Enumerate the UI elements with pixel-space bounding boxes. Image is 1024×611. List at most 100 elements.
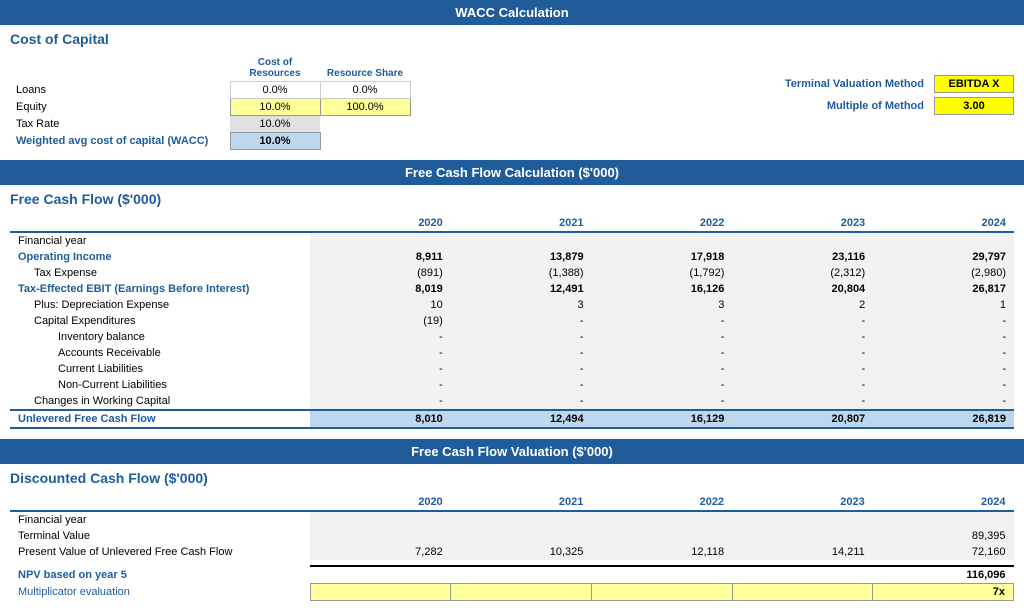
fcf-cell-10-0: -: [310, 393, 451, 410]
fcf-year-2022: 2022: [592, 215, 733, 232]
fcf-cell-6-2: -: [592, 329, 733, 345]
fcf-cell-0-2: [592, 232, 733, 249]
dcf-cell-4-0: [310, 566, 451, 584]
fcf-cell-11-4: 26,819: [873, 410, 1014, 428]
fcf-cell-2-3: (2,312): [732, 265, 873, 281]
wacc-cost-1[interactable]: 10.0%: [230, 99, 320, 116]
fcf-row-label-7: Accounts Receivable: [10, 345, 310, 361]
dcf-cell-1-3: [732, 528, 873, 544]
dcf-cell-0-2: [591, 511, 732, 528]
fcf-row-label-0: Financial year: [10, 232, 310, 249]
dcf-cell-4-3: [732, 566, 873, 584]
fcf-cell-6-0: -: [310, 329, 451, 345]
fcf-cell-11-0: 8,010: [310, 410, 451, 428]
dcf-cell-4-1: [451, 566, 592, 584]
dcf-cell-1-0: [310, 528, 451, 544]
fcf-cell-4-4: 1: [873, 297, 1014, 313]
terminal-method-row: Terminal Valuation Method EBITDA X: [764, 75, 1014, 93]
fcf-cell-0-1: [451, 232, 592, 249]
fcf-title: Free Cash Flow ($'000): [0, 185, 1024, 211]
wacc-share-0[interactable]: 0.0%: [320, 82, 410, 99]
dcf-cell-5-0: [310, 584, 451, 601]
fcf-row-label-10: Changes in Working Capital: [10, 393, 310, 410]
dcf-cell-1-4: 89,395: [873, 528, 1014, 544]
fcf-cell-2-2: (1,792): [592, 265, 733, 281]
fcf-cell-2-4: (2,980): [873, 265, 1014, 281]
fcf-row-label-2: Tax Expense: [10, 265, 310, 281]
fcf-cell-1-2: 17,918: [592, 249, 733, 265]
fcf-cell-10-3: -: [732, 393, 873, 410]
dcf-year-2024: 2024: [873, 494, 1014, 511]
fcf-cell-4-0: 10: [310, 297, 451, 313]
dcf-cell-4-2: [591, 566, 732, 584]
wacc-cost-0[interactable]: 0.0%: [230, 82, 320, 99]
fcf-cell-8-2: -: [592, 361, 733, 377]
dcf-label-col: [10, 494, 310, 511]
fcf-cell-5-3: -: [732, 313, 873, 329]
dcf-row-label-4: NPV based on year 5: [10, 566, 310, 584]
fcf-cell-3-4: 26,817: [873, 281, 1014, 297]
fcf-cell-3-0: 8,019: [310, 281, 451, 297]
wacc-cost-2: 10.0%: [230, 116, 320, 133]
fcf-cell-6-4: -: [873, 329, 1014, 345]
fcf-year-2021: 2021: [451, 215, 592, 232]
dcf-row-label-1: Terminal Value: [10, 528, 310, 544]
fcf-cell-4-2: 3: [592, 297, 733, 313]
dcf-cell-2-3: 14,211: [732, 544, 873, 560]
dcf-cell-5-1: [451, 584, 592, 601]
fcf-cell-10-4: -: [873, 393, 1014, 410]
wacc-section: Cost of Resources Resource Share Loans0.…: [0, 51, 1024, 160]
dcf-table: 20202021202220232024 Financial yearTermi…: [10, 494, 1014, 601]
fcf-cell-0-4: [873, 232, 1014, 249]
fcf-cell-1-4: 29,797: [873, 249, 1014, 265]
fcf-cell-7-2: -: [592, 345, 733, 361]
wacc-row-label-0: Loans: [10, 82, 230, 99]
fcf-cell-9-0: -: [310, 377, 451, 393]
dcf-cell-5-4: 7x: [873, 584, 1014, 601]
fcf-cell-7-3: -: [732, 345, 873, 361]
fcf-cell-1-1: 13,879: [451, 249, 592, 265]
wacc-table: Cost of Resources Resource Share Loans0.…: [10, 55, 411, 150]
wacc-share-1[interactable]: 100.0%: [320, 99, 410, 116]
fcf-cell-9-4: -: [873, 377, 1014, 393]
dcf-row-label-5: Multiplicator evaluation: [10, 584, 310, 601]
fcf-cell-1-3: 23,116: [732, 249, 873, 265]
fcf-cell-8-1: -: [451, 361, 592, 377]
fcf-cell-0-3: [732, 232, 873, 249]
fcf-cell-7-1: -: [451, 345, 592, 361]
fcf-row-label-5: Capital Expenditures: [10, 313, 310, 329]
fcf-cell-3-1: 12,491: [451, 281, 592, 297]
dcf-cell-2-0: 7,282: [310, 544, 451, 560]
terminal-method-value: EBITDA X: [934, 75, 1014, 93]
fcf-cell-9-3: -: [732, 377, 873, 393]
fcf-cell-9-2: -: [592, 377, 733, 393]
valuation-header: Free Cash Flow Valuation ($'000): [0, 439, 1024, 464]
dcf-cell-2-4: 72,160: [873, 544, 1014, 560]
dcf-cell-2-1: 10,325: [451, 544, 592, 560]
dcf-cell-0-1: [451, 511, 592, 528]
fcf-label-col: [10, 215, 310, 232]
fcf-cell-7-4: -: [873, 345, 1014, 361]
fcf-cell-5-4: -: [873, 313, 1014, 329]
wacc-row-label-1: Equity: [10, 99, 230, 116]
fcf-cell-8-0: -: [310, 361, 451, 377]
fcf-cell-8-4: -: [873, 361, 1014, 377]
multiple-method-row: Multiple of Method 3.00: [764, 97, 1014, 115]
multiple-method-value: 3.00: [934, 97, 1014, 115]
dcf-cell-5-3: [732, 584, 873, 601]
wacc-header: WACC Calculation: [0, 0, 1024, 25]
dcf-cell-2-2: 12,118: [591, 544, 732, 560]
wacc-cost-3: 10.0%: [230, 133, 320, 150]
fcf-cell-5-1: -: [451, 313, 592, 329]
fcf-row-label-6: Inventory balance: [10, 329, 310, 345]
fcf-row-label-1: Operating Income: [10, 249, 310, 265]
fcf-cell-3-2: 16,126: [592, 281, 733, 297]
dcf-cell-0-4: [873, 511, 1014, 528]
fcf-year-2020: 2020: [310, 215, 451, 232]
fcf-table: 20202021202220232024 Financial yearOpera…: [10, 215, 1014, 429]
dcf-year-2020: 2020: [310, 494, 451, 511]
dcf-year-2023: 2023: [732, 494, 873, 511]
fcf-year-2023: 2023: [732, 215, 873, 232]
fcf-cell-5-0: (19): [310, 313, 451, 329]
multiple-method-label: Multiple of Method: [764, 100, 924, 112]
